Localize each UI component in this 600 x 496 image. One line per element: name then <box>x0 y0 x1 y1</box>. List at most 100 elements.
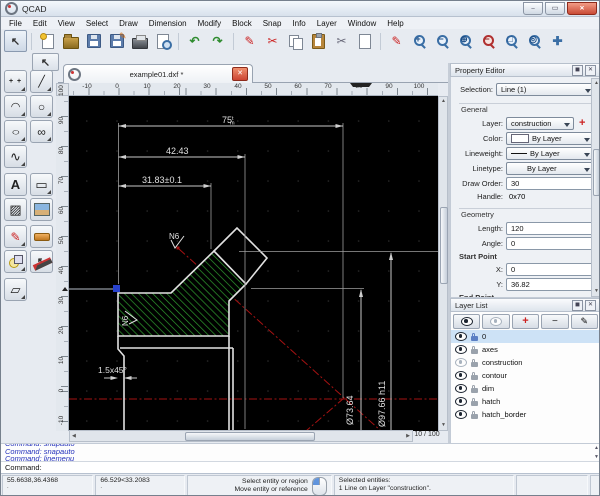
cut-with-reference-button[interactable] <box>330 30 353 52</box>
image-tool[interactable] <box>30 198 53 221</box>
cut-reference-button[interactable] <box>261 30 284 52</box>
layer-row[interactable]: dim <box>451 382 600 395</box>
menu-window[interactable]: Window <box>348 19 376 28</box>
selection-handle[interactable] <box>113 285 120 292</box>
history-scroll-down-icon[interactable]: ▼ <box>594 455 599 460</box>
minimize-button[interactable] <box>523 2 543 15</box>
menu-modify[interactable]: Modify <box>198 19 222 28</box>
layer-visibility-icon[interactable] <box>455 332 467 341</box>
modify-tool[interactable] <box>4 250 27 273</box>
menu-file[interactable]: File <box>9 19 22 28</box>
layer-lock-icon[interactable] <box>471 349 478 354</box>
ellipse-tool[interactable] <box>4 120 27 143</box>
layer-lock-icon[interactable] <box>471 414 478 419</box>
edit-layer-button[interactable]: ✎ <box>571 314 598 329</box>
menu-block[interactable]: Block <box>232 19 252 28</box>
snap-tool[interactable] <box>30 250 53 273</box>
angle-input[interactable]: 0 <box>506 237 594 250</box>
layer-visibility-icon[interactable] <box>455 410 467 419</box>
float-panel-icon[interactable]: ◼ <box>572 65 583 76</box>
layer-row[interactable]: axes <box>451 343 600 356</box>
property-editor-scroll-thumb[interactable] <box>593 149 600 196</box>
layer-visibility-icon[interactable] <box>455 358 467 367</box>
line-tool[interactable] <box>30 70 53 93</box>
menu-select[interactable]: Select <box>86 19 108 28</box>
save-document-button[interactable] <box>82 30 105 52</box>
zoom-in-button[interactable]: + <box>408 30 431 52</box>
menu-view[interactable]: View <box>58 19 75 28</box>
menu-help[interactable]: Help <box>387 19 403 28</box>
menu-edit[interactable]: Edit <box>33 19 47 28</box>
close-panel-icon[interactable]: ✕ <box>585 65 596 76</box>
layer-lock-icon[interactable] <box>471 362 478 367</box>
history-scroll-up-icon[interactable]: ▲ <box>594 446 599 451</box>
canvas-horizontal-scrollbar[interactable]: ◀ ▶ <box>69 430 413 442</box>
redo-button[interactable] <box>206 30 229 52</box>
copy-button[interactable] <box>284 30 307 52</box>
menu-layer[interactable]: Layer <box>317 19 337 28</box>
cut-button[interactable] <box>238 30 261 52</box>
layer-lock-icon[interactable] <box>471 401 478 406</box>
layer-row[interactable]: hatch <box>451 395 600 408</box>
lengthen-tool[interactable] <box>30 225 53 248</box>
menu-dimension[interactable]: Dimension <box>149 19 187 28</box>
length-input[interactable]: 120 <box>506 222 594 235</box>
layer-visibility-icon[interactable] <box>455 345 467 354</box>
layer-row[interactable]: 0 <box>451 330 600 343</box>
hide-all-layers-button[interactable] <box>482 314 509 329</box>
horizontal-scroll-thumb[interactable] <box>185 432 315 441</box>
paste-with-reference-button[interactable] <box>353 30 376 52</box>
layer-visibility-icon[interactable] <box>455 397 467 406</box>
remove-layer-button[interactable]: − <box>541 314 568 329</box>
redraw-button[interactable] <box>546 30 569 52</box>
layer-visibility-icon[interactable] <box>455 384 467 393</box>
arc-tool[interactable] <box>4 95 27 118</box>
vertical-scroll-thumb[interactable] <box>440 207 448 284</box>
canvas-vertical-scrollbar[interactable]: ▲ ▼ <box>438 96 448 431</box>
layer-row[interactable]: hatch_border <box>451 408 600 421</box>
menu-snap[interactable]: Snap <box>263 19 282 28</box>
pen-tool-button[interactable] <box>385 30 408 52</box>
pan-button[interactable]: ◎ <box>523 30 546 52</box>
circle-tool[interactable] <box>30 95 53 118</box>
start-y-input[interactable]: 36.82 <box>506 278 594 291</box>
zoom-window-button[interactable]: □ <box>500 30 523 52</box>
open-document-button[interactable] <box>59 30 82 52</box>
close-panel-icon-2[interactable]: ✕ <box>585 300 596 311</box>
layer-visibility-icon[interactable] <box>455 371 467 380</box>
start-x-input[interactable]: 0 <box>506 263 594 276</box>
save-as-button[interactable]: ✎ <box>105 30 128 52</box>
layer-lock-icon[interactable] <box>471 336 478 341</box>
shape-tool[interactable] <box>30 173 53 196</box>
solid-tool[interactable] <box>4 278 27 301</box>
selection-tool-button[interactable] <box>4 30 27 52</box>
layer-row[interactable]: construction <box>451 356 600 369</box>
layer-row[interactable]: contour <box>451 369 600 382</box>
layer-lock-icon[interactable] <box>471 375 478 380</box>
selection-dropdown[interactable]: Line (1) <box>496 83 595 96</box>
print-button[interactable] <box>128 30 151 52</box>
auto-zoom-button[interactable]: ⊕ <box>454 30 477 52</box>
menu-draw[interactable]: Draw <box>119 19 138 28</box>
command-history[interactable]: Command: snapauto Command: snapauto Comm… <box>1 443 600 462</box>
undo-button[interactable] <box>183 30 206 52</box>
hatch-tool[interactable] <box>4 198 27 221</box>
tab-close-icon[interactable]: ✕ <box>232 67 248 81</box>
add-layer-button[interactable]: + <box>512 314 539 329</box>
previous-view-button[interactable]: − <box>477 30 500 52</box>
add-layer-icon[interactable]: + <box>579 118 585 129</box>
points-tool[interactable] <box>4 70 27 93</box>
property-editor-scrollbar[interactable]: ▲ ▼ <box>591 78 600 297</box>
print-preview-button[interactable] <box>151 30 174 52</box>
drawing-canvas[interactable]: 75tm 42.43 31.83±0.1 1.5x45° Ø73.64 Ø97.… <box>69 96 438 431</box>
dimension-tool[interactable] <box>4 225 27 248</box>
polyline-tool[interactable] <box>4 145 27 168</box>
close-button[interactable] <box>567 2 597 15</box>
zoom-out-button[interactable]: − <box>431 30 454 52</box>
draw-order-input[interactable]: 30 <box>506 177 594 190</box>
paste-button[interactable] <box>307 30 330 52</box>
spline-tool[interactable] <box>30 120 53 143</box>
menu-info[interactable]: Info <box>292 19 305 28</box>
command-input-line[interactable]: Command: <box>1 461 600 473</box>
document-tab[interactable]: example01.dxf * ✕ <box>63 64 253 83</box>
